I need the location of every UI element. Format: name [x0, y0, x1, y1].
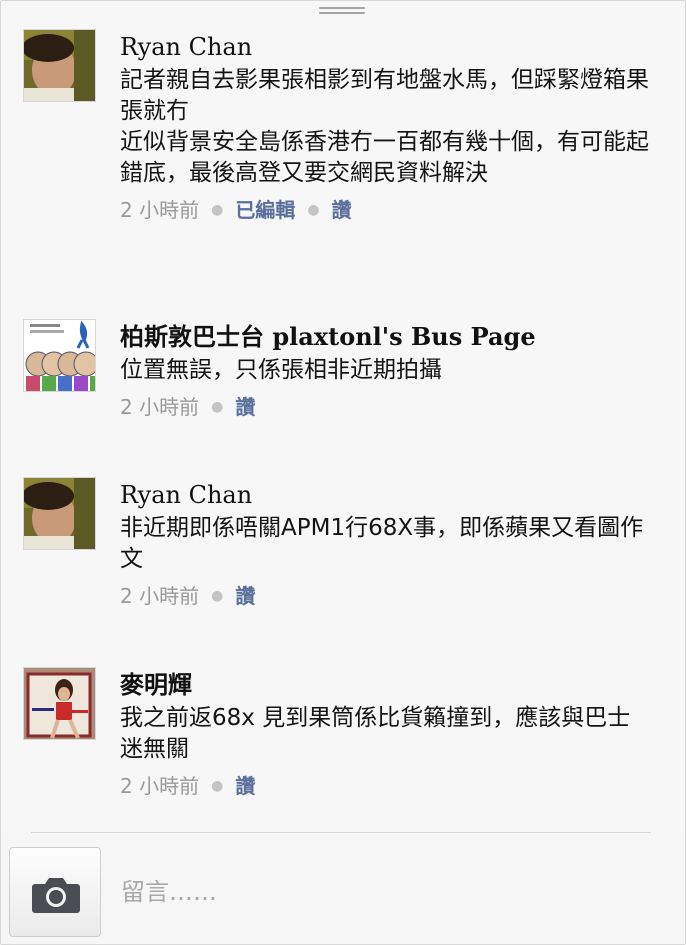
comment-author[interactable]: 柏斯敦巴士台 plaxtonl's Bus Page: [120, 323, 650, 351]
comment-meta: 2 小時前 ● 讚: [120, 583, 650, 609]
comment-text: 我之前返68x 見到果筒係比貨籟撞到，應該與巴士迷無關: [120, 705, 631, 762]
comment-text: 位置無誤，只係張相非近期拍攝: [120, 357, 442, 383]
avatar[interactable]: [23, 319, 96, 392]
comment-author[interactable]: Ryan Chan: [120, 33, 650, 61]
separator-dot: ●: [211, 399, 224, 415]
comment-meta: 2 小時前 ● 讚: [120, 773, 650, 799]
comment-author[interactable]: Ryan Chan: [120, 481, 650, 509]
camera-icon: [32, 878, 80, 913]
comment-text: 記者親自去影果張相影到有地盤水馬，但踩緊燈箱果張就冇 近似背景安全島係香港冇一百…: [120, 65, 650, 189]
like-button[interactable]: 讚: [235, 584, 255, 608]
like-button[interactable]: 讚: [332, 198, 352, 222]
separator-dot: ●: [211, 588, 224, 604]
avatar[interactable]: [23, 477, 96, 550]
comment-text-line-2: 近似背景安全島係香港冇一百都有幾十個，有可能起錯底，最後高登又要交網民資料解決: [120, 129, 649, 186]
comments-sheet: Ryan Chan 記者親自去影果張相影到有地盤水馬，但踩緊燈箱果張就冇 近似背…: [0, 0, 686, 945]
comment-meta: 2 小時前 ● 讚: [120, 394, 650, 420]
like-button[interactable]: 讚: [235, 774, 255, 798]
comment-author[interactable]: 麥明輝: [120, 671, 650, 699]
like-button[interactable]: 讚: [235, 395, 255, 419]
comment-text: 非近期即係唔關APM1行68X事，即係蘋果又看圖作文: [120, 515, 644, 572]
comment-input[interactable]: [119, 871, 643, 913]
comment-time[interactable]: 2 小時前: [120, 584, 199, 608]
avatar[interactable]: [23, 29, 96, 102]
comment-meta: 2 小時前 ● 已編輯 ● 讚: [120, 197, 650, 223]
avatar[interactable]: [23, 667, 96, 740]
comment-text-line-1: 記者親自去影果張相影到有地盤水馬，但踩緊燈箱果張就冇: [120, 67, 649, 124]
edited-link[interactable]: 已編輯: [235, 198, 295, 222]
comment-time[interactable]: 2 小時前: [120, 395, 199, 419]
separator-dot: ●: [211, 202, 224, 218]
separator-dot: ●: [211, 778, 224, 794]
comment-time[interactable]: 2 小時前: [120, 774, 199, 798]
camera-button[interactable]: [9, 847, 101, 937]
comment-composer: [1, 833, 685, 944]
comment-time[interactable]: 2 小時前: [120, 198, 199, 222]
drag-handle[interactable]: [319, 7, 365, 17]
separator-dot: ●: [307, 202, 320, 218]
